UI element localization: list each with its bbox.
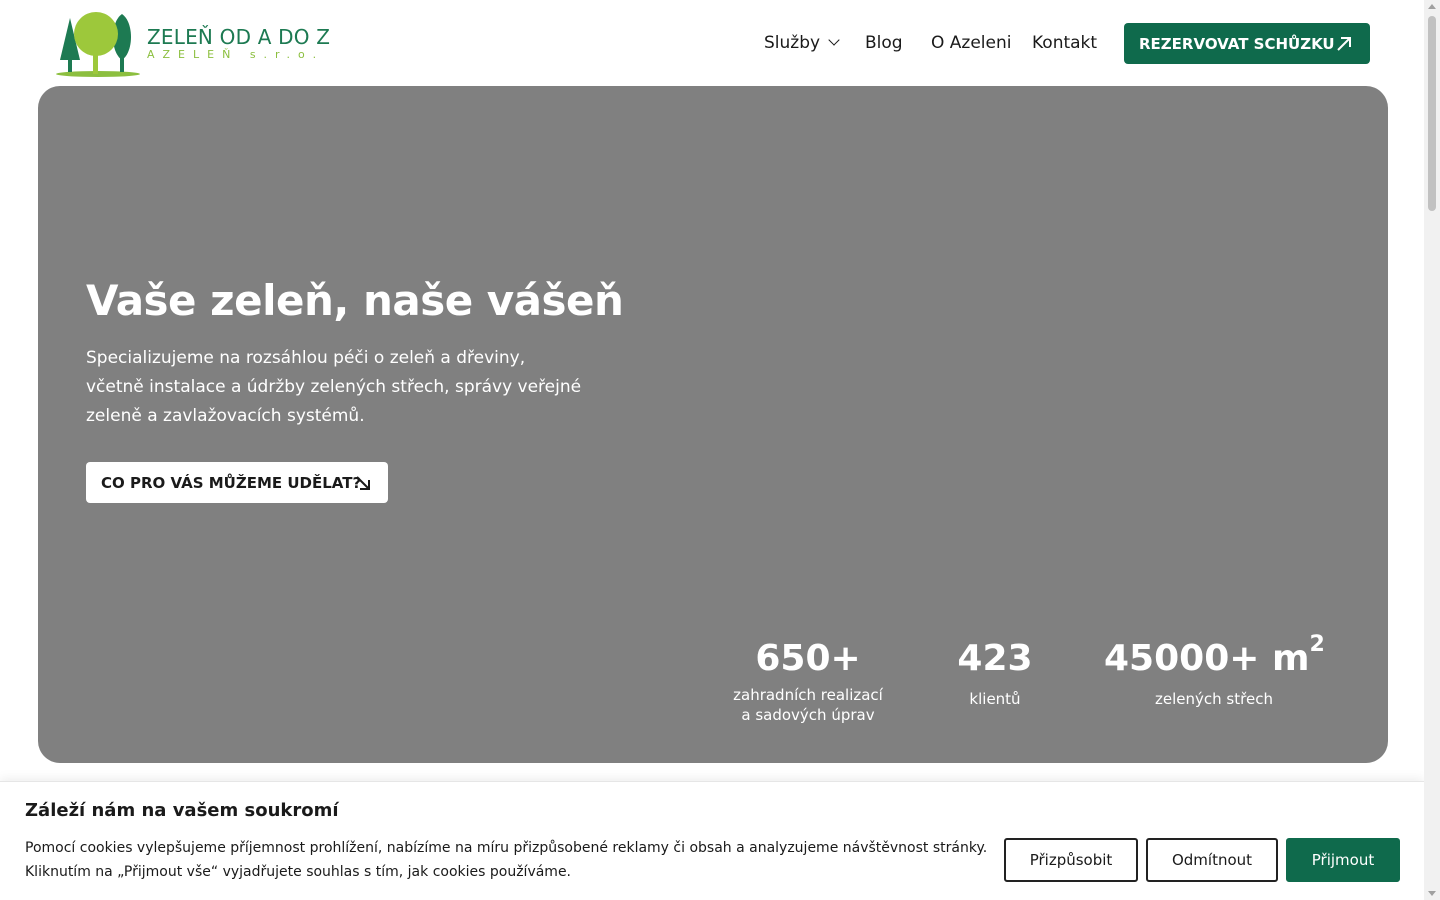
stat-realizations: 650+ zahradních realizací a sadových úpr… [720,638,896,725]
page-scrollbar[interactable] [1424,0,1440,900]
logo[interactable]: ZELEŇ OD A DO Z AZELEŇ s.r.o. [56,8,330,78]
stat-value: 423 [957,638,1033,679]
brand-subtitle: AZELEŇ s.r.o. [147,48,325,61]
stat-label: zahradních realizací a sadových úprav [720,685,896,725]
nav-item-label: Služby [764,33,821,53]
nav-item-blog[interactable]: Blog [865,33,903,53]
stat-value-number: 45000+ m [1104,638,1310,679]
stat-value: 45000+ m2 [1104,632,1325,679]
brand-title: ZELEŇ OD A DO Z [147,25,331,49]
cookie-text: Pomocí cookies vylepšujeme příjemnost pr… [25,840,988,880]
cookie-title: Záleží nám na vašem soukromí [25,800,339,821]
stat-label: klientů [969,690,1021,708]
book-meeting-button[interactable]: REZERVOVAT SCHŮZKU [1124,23,1370,64]
what-we-can-do-label: CO PRO VÁS MŮŽEME UDĚLAT? [101,473,362,492]
stat-label-line: a sadových úprav [741,706,875,724]
scroll-down-arrow-icon[interactable] [1428,891,1436,896]
arrow-up-right-icon [1337,37,1351,51]
arrow-down-right-icon [356,476,370,490]
trees-logo-icon [56,12,140,77]
stat-value-exponent: 2 [1309,632,1325,657]
chevron-down-icon [828,34,840,46]
stat-label: zelených střech [1155,690,1273,708]
nav-item-kontakt[interactable]: Kontakt [1032,33,1097,53]
cookie-accept-button[interactable]: Přijmout [1286,838,1400,882]
scroll-up-arrow-icon[interactable] [1428,4,1436,9]
scrollbar-thumb[interactable] [1428,16,1436,211]
stat-green-roofs: 45000+ m2 zelených střech [1104,632,1325,709]
cookie-customize-button[interactable]: Přizpůsobit [1004,838,1138,882]
hero-section: Vaše zeleň, naše vášeň Specializujeme na… [38,86,1388,763]
stat-clients: 423 klientů [935,638,1055,709]
site-header: ZELEŇ OD A DO Z AZELEŇ s.r.o. Služby Blo… [0,0,1424,86]
stat-value: 650+ [755,638,861,679]
stat-label-line: zahradních realizací [733,686,883,704]
cookie-consent-banner: Záleží nám na vašem soukromí Pomocí cook… [0,781,1424,900]
nav-item-sluzby[interactable]: Služby [764,33,840,53]
hero-description: Specializujeme na rozsáhlou péči o zeleň… [86,348,582,426]
cookie-reject-button[interactable]: Odmítnout [1146,838,1278,882]
nav-item-o-azeleni[interactable]: O Azeleni [931,33,1011,53]
what-we-can-do-button[interactable]: CO PRO VÁS MŮŽEME UDĚLAT? [86,462,388,503]
hero-title: Vaše zeleň, naše vášeň [86,276,624,325]
book-meeting-label: REZERVOVAT SCHŮZKU [1139,34,1335,53]
